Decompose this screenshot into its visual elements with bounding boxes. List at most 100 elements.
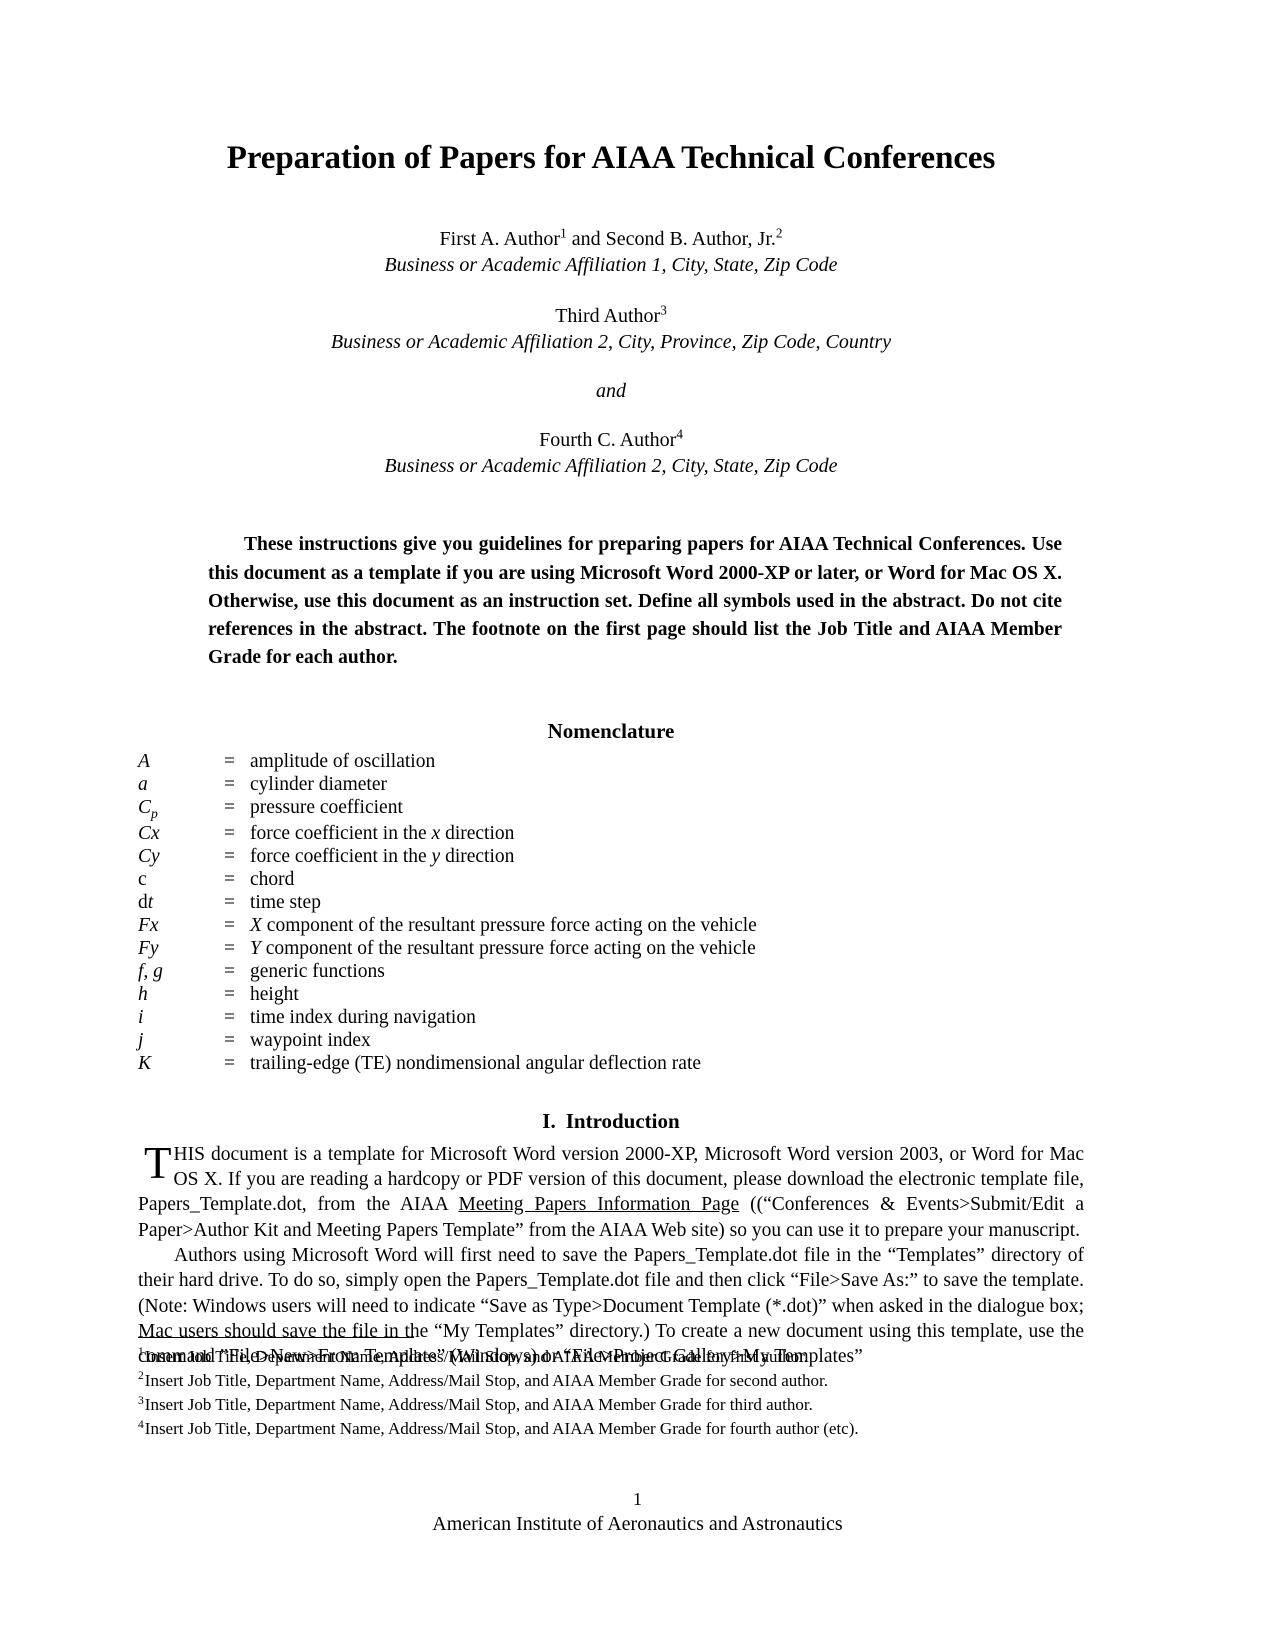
nomenclature-definition: waypoint index <box>250 1029 1084 1052</box>
nomenclature-row: f, g = generic functions <box>138 960 1084 983</box>
author-affiliation-2: Business or Academic Affiliation 2, City… <box>330 331 892 354</box>
introduction-heading: I. Introduction <box>138 1075 1084 1142</box>
author-spacer-1 <box>138 279 1084 303</box>
nomenclature-equals: = <box>224 983 235 1005</box>
definition-text: amplitude of oscillation <box>250 750 436 772</box>
nomenclature-equals: = <box>224 750 235 772</box>
nomenclature-symbol: a <box>138 773 148 795</box>
nomenclature-definition: time step <box>250 891 1084 914</box>
definition-text: time index during navigation <box>250 1006 476 1028</box>
nomenclature-symbol: K <box>138 1052 152 1074</box>
nomenclature-row: c = chord <box>138 868 1084 891</box>
author-name-fourth: Fourth C. Author <box>539 428 677 451</box>
document-page: Preparation of Papers for AIAA Technical… <box>0 0 1275 1650</box>
nomenclature-equals: = <box>224 1052 235 1074</box>
author-footnote-marker-2: 2 <box>775 225 783 241</box>
page-title: Preparation of Papers for AIAA Technical… <box>226 140 996 176</box>
nomenclature-symbol: j <box>138 1029 144 1051</box>
footnote-text: Insert Job Title, Department Name, Addre… <box>144 1395 813 1415</box>
definition-variable: x <box>431 822 441 844</box>
nomenclature-equals: = <box>224 891 235 913</box>
nomenclature-row: Cx = force coefficient in the x direction <box>138 822 1084 845</box>
author-spacer-2 <box>138 356 1084 380</box>
footnote: 2Insert Job Title, Department Name, Addr… <box>138 1369 1084 1393</box>
footnote-marker: 3 <box>138 1393 144 1407</box>
definition-text-tail: direction <box>440 822 515 844</box>
footnote-area: 1Insert Job Title, Department Name, Addr… <box>138 1337 1084 1442</box>
nomenclature-row: Cy = force coefficient in the y direction <box>138 845 1084 868</box>
nomenclature-symbol: Cy <box>138 845 160 867</box>
definition-text: trailing-edge (TE) nondimensional angula… <box>250 1052 702 1074</box>
nomenclature-definition: time index during navigation <box>250 1006 1084 1029</box>
nomenclature-list: A = amplitude of oscillation a = cylinder dia… <box>138 750 1084 1075</box>
nomenclature-row: i = time index during navigation <box>138 1006 1084 1029</box>
author-name-first: First A. Author <box>439 227 561 250</box>
nomenclature-equals: = <box>224 914 235 936</box>
footnote: 3Insert Job Title, Department Name, Addr… <box>138 1393 1084 1417</box>
definition-variable: y <box>431 845 441 867</box>
author-affiliation-1: Business or Academic Affiliation 1, City… <box>384 254 838 277</box>
nomenclature-row: A = amplitude of oscillation <box>138 750 1084 773</box>
definition-text: generic functions <box>250 960 385 982</box>
footnote-separator-rule <box>138 1337 414 1338</box>
nomenclature-symbol: Cx <box>138 822 160 844</box>
definition-text: force coefficient in the <box>250 822 432 844</box>
section-title: Introduction <box>565 1108 680 1133</box>
footnote-text: Insert Job Title, Department Name, Addre… <box>144 1347 809 1366</box>
author-spacer-3 <box>138 403 1084 427</box>
nomenclature-row: Fy = Y component of the resultant pressure… <box>138 937 1084 960</box>
definition-text-tail: component of the resultant pressure forc… <box>260 937 756 959</box>
nomenclature-equals: = <box>224 773 235 795</box>
nomenclature-definition: pressure coefficient <box>250 796 1084 819</box>
author-group-2: Third Author3 Business or Academic Affil… <box>138 303 1084 356</box>
footer-organization: American Institute of Aeronautics and As… <box>432 1512 843 1535</box>
author-conjunction: and <box>596 379 626 402</box>
nomenclature-symbol: f, g <box>138 960 163 982</box>
author-names-2: Third Author3 <box>138 303 1084 329</box>
drop-cap: T <box>144 1137 172 1188</box>
nomenclature-row: h = height <box>138 983 1084 1006</box>
definition-variable: X <box>250 914 262 936</box>
nomenclature-equals: = <box>224 868 235 890</box>
nomenclature-equals: = <box>224 822 235 844</box>
nomenclature-symbol: c <box>138 868 147 890</box>
nomenclature-symbol: h <box>138 983 148 1005</box>
nomenclature-symbol: i <box>138 1006 144 1028</box>
nomenclature-definition: force coefficient in the x direction <box>250 822 1084 845</box>
nomenclature-definition: generic functions <box>250 960 1084 983</box>
nomenclature-definition: cylinder diameter <box>250 773 1084 796</box>
footnote: 4Insert Job Title, Department Name, Addr… <box>138 1417 1084 1441</box>
nomenclature-heading: Nomenclature <box>547 718 675 743</box>
section-numeral: I. <box>542 1108 556 1133</box>
author-name-third: Third Author <box>555 304 661 327</box>
nomenclature-definition: height <box>250 983 1084 1006</box>
author-group-1: First A. Author1 and Second B. Author, J… <box>138 226 1084 279</box>
page-content: Preparation of Papers for AIAA Technical… <box>138 0 1084 1370</box>
author-affiliation-3: Business or Academic Affiliation 2, City… <box>384 454 838 477</box>
nomenclature-equals: = <box>224 1029 235 1051</box>
nomenclature-definition: Y component of the resultant pressure fo… <box>250 937 1084 960</box>
definition-text: waypoint index <box>250 1029 371 1051</box>
nomenclature-definition: chord <box>250 868 1084 891</box>
footnote-marker: 4 <box>138 1417 144 1431</box>
definition-variable: Y <box>250 937 261 959</box>
nomenclature-symbol: Fy <box>138 937 159 959</box>
footnote: 1Insert Job Title, Department Name, Addr… <box>138 1345 1084 1369</box>
footnote-text: Insert Job Title, Department Name, Addre… <box>144 1371 828 1391</box>
footnote-marker: 2 <box>138 1369 144 1383</box>
page-number: 1 <box>633 1489 642 1509</box>
abstract-text: These instructions give you guidelines f… <box>208 534 1062 669</box>
author-footnote-marker-4: 4 <box>676 425 683 441</box>
definition-text-tail: direction <box>440 845 515 867</box>
nomenclature-row: a = cylinder diameter <box>138 773 1084 796</box>
nomenclature-equals: = <box>224 1006 235 1028</box>
footnote-text: Insert Job Title, Department Name, Addre… <box>144 1419 859 1439</box>
definition-text: height <box>250 983 299 1005</box>
page-footer: 1 American Institute of Aeronautics and … <box>0 1488 1275 1537</box>
nomenclature-equals: = <box>224 960 235 982</box>
nomenclature-row: Cp = pressure coefficient <box>138 796 1084 822</box>
author-group-3: Fourth C. Author4 Business or Academic A… <box>138 427 1084 480</box>
nomenclature-row: dt = time step <box>138 891 1084 914</box>
meeting-papers-information-page-link[interactable]: Meeting Papers Information Page <box>459 1194 740 1215</box>
footnote-list: 1Insert Job Title, Department Name, Addr… <box>138 1345 1084 1442</box>
